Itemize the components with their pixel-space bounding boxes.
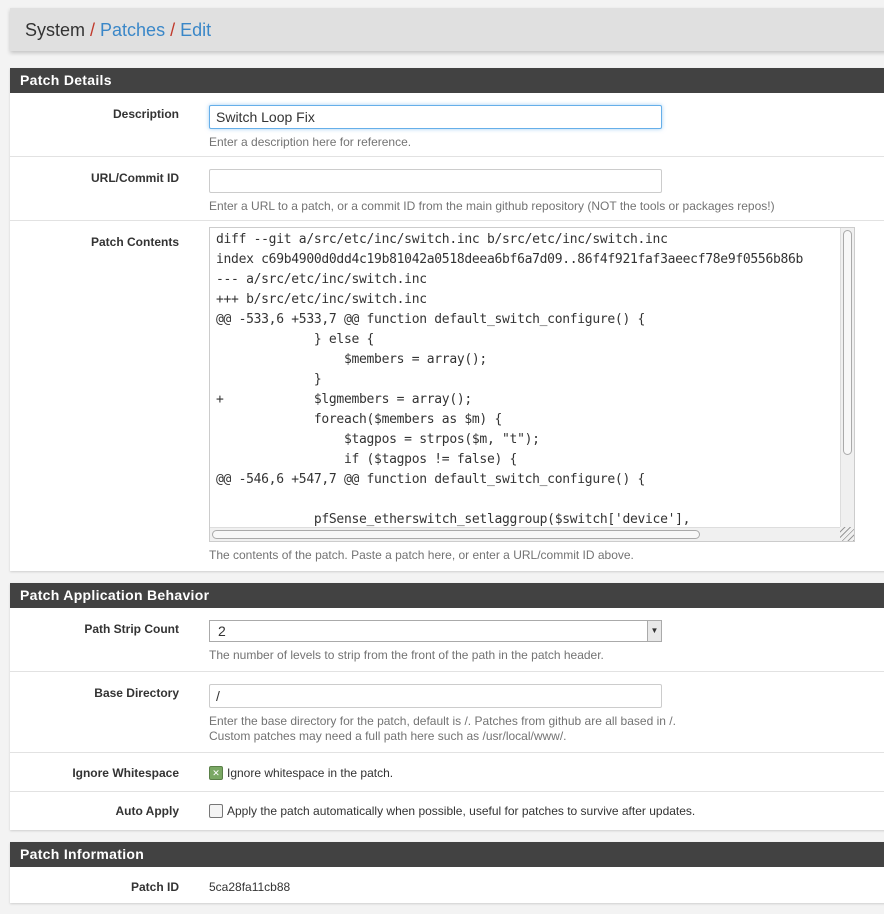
resize-handle-icon[interactable] (840, 527, 854, 541)
panel-patch-details: Patch Details Description Switch Loop Fi… (10, 68, 884, 571)
base-dir-input[interactable]: / (209, 684, 662, 708)
ignore-ws-checkbox[interactable]: ✕ (209, 765, 223, 780)
panel-application-behavior: Patch Application Behavior Path Strip Co… (10, 583, 884, 830)
strip-count-value: 2 (218, 623, 226, 639)
code-line: index c69b4900d0dd4c19b81042a0518deea6bf… (216, 252, 804, 267)
base-dir-label: Base Directory (94, 686, 179, 700)
breadcrumb-patches[interactable]: Patches (100, 20, 165, 40)
vertical-scrollbar[interactable] (840, 228, 854, 528)
description-help: Enter a description here for reference. (209, 135, 412, 149)
panel-heading: Patch Information (10, 842, 884, 867)
strip-count-help: The number of levels to strip from the f… (209, 648, 604, 662)
code-line: --- a/src/etc/inc/switch.inc (216, 272, 427, 287)
panel-heading: Patch Details (10, 68, 884, 93)
auto-apply-text: Apply the patch automatically when possi… (227, 803, 696, 818)
code-line: $tagpos = strpos($m, "t"); (216, 432, 540, 447)
code-line: + $lgmembers = array(); (216, 392, 472, 407)
auto-apply-checkbox[interactable] (209, 803, 223, 818)
patch-contents-help: The contents of the patch. Paste a patch… (209, 548, 634, 562)
ignore-ws-label: Ignore Whitespace (72, 766, 179, 780)
code-line: } (216, 372, 322, 387)
code-line: $members = array(); (216, 352, 487, 367)
breadcrumb-edit[interactable]: Edit (180, 20, 211, 40)
strip-count-select[interactable]: 2 ▼ (209, 620, 662, 642)
patch-contents-textarea[interactable]: diff --git a/src/etc/inc/switch.inc b/sr… (209, 227, 855, 542)
strip-count-label: Path Strip Count (84, 622, 179, 636)
code-line: } else { (216, 332, 375, 347)
code-line: foreach($members as $m) { (216, 412, 503, 427)
base-dir-help-2: Custom patches may need a full path here… (209, 729, 567, 743)
code-line: if ($tagpos != false) { (216, 452, 518, 467)
auto-apply-label: Auto Apply (115, 804, 179, 818)
patch-contents-label: Patch Contents (90, 235, 179, 249)
dropdown-arrow-icon: ▼ (647, 621, 661, 641)
description-input[interactable]: Switch Loop Fix (209, 105, 662, 129)
url-help: Enter a URL to a patch, or a commit ID f… (209, 199, 775, 213)
code-line: @@ -546,6 +547,7 @@ function default_swi… (216, 472, 646, 487)
panel-patch-information: Patch Information Patch ID 5ca28fa11cb88 (10, 842, 884, 903)
url-input[interactable] (209, 169, 662, 193)
code-line: diff --git a/src/etc/inc/switch.inc b/sr… (216, 232, 668, 247)
base-dir-help-1: Enter the base directory for the patch, … (209, 714, 676, 728)
patch-id-label: Patch ID (130, 880, 179, 894)
panel-heading: Patch Application Behavior (10, 583, 884, 608)
breadcrumb-system: System (25, 20, 86, 40)
code-line: @@ -533,6 +533,7 @@ function default_swi… (216, 312, 646, 327)
breadcrumb: System / Patches / Edit (10, 8, 884, 51)
patch-id-value: 5ca28fa11cb88 (209, 880, 291, 894)
code-line: +++ b/src/etc/inc/switch.inc (216, 292, 427, 307)
patch-code: diff --git a/src/etc/inc/switch.inc b/sr… (210, 228, 854, 532)
horizontal-scrollbar[interactable] (210, 527, 842, 541)
description-label: Description (112, 107, 179, 121)
ignore-ws-text: Ignore whitespace in the patch. (227, 765, 394, 780)
url-label: URL/Commit ID (91, 171, 179, 185)
